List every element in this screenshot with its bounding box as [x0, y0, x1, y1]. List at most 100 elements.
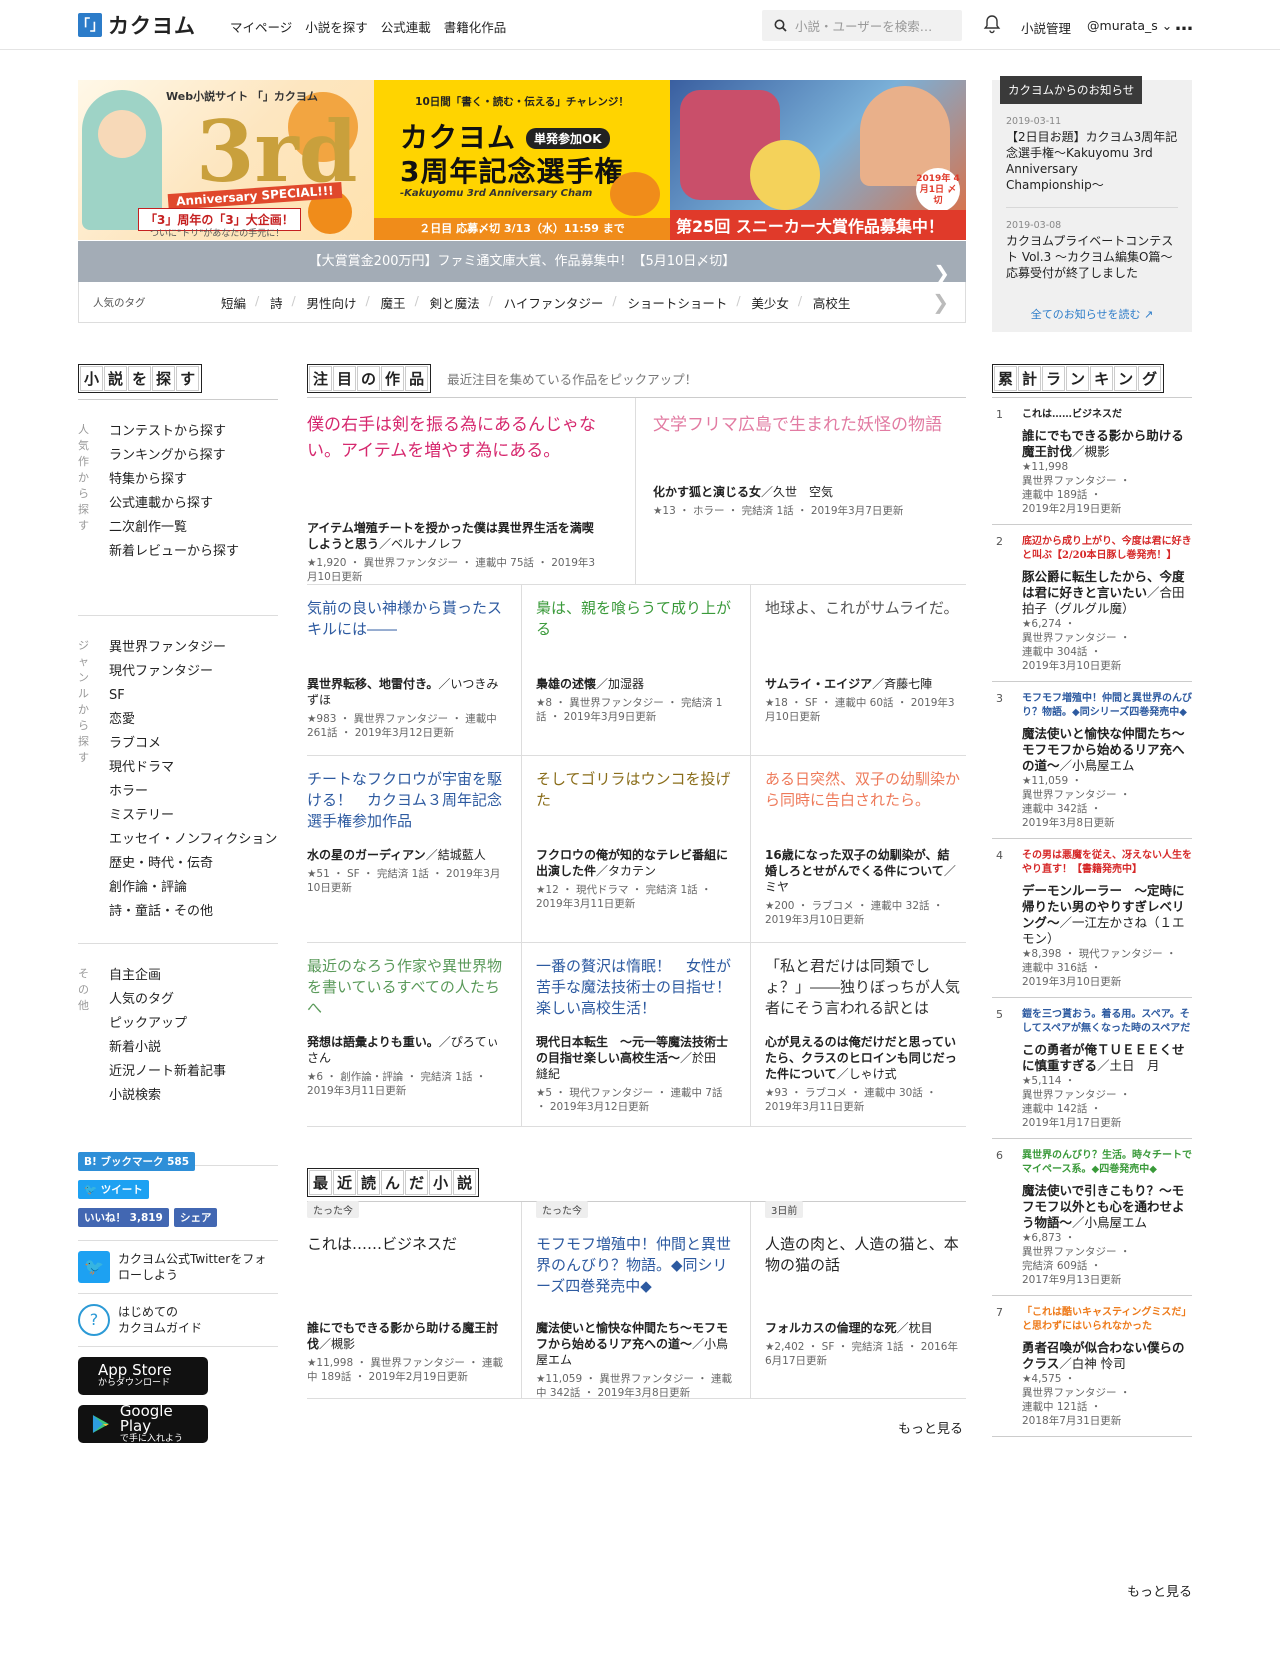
work-catchphrase: 僕の右手は剣を振る為にあるんじゃない。アイテムを増やす為にある。: [307, 415, 596, 461]
genre-link[interactable]: SF: [109, 684, 278, 708]
nav-projects[interactable]: 自主企画: [109, 964, 278, 988]
genre-link[interactable]: ラブコメ: [109, 732, 278, 756]
ranking-more-link[interactable]: もっと見る: [1127, 1581, 1192, 1600]
work-meta: ★18 ・ SF ・ 連載中 60話 ・ 2019年3月10日更新: [765, 697, 955, 723]
nav-novel-search[interactable]: 小説検索: [109, 1084, 278, 1108]
work-card[interactable]: 「私と君だけは同類でしょ？」――独りぼっちが人気者にそう言われる訳とは 心が見える…: [765, 942, 961, 1114]
work-card[interactable]: 地球よ、これがサムライだ。 サムライ・エイジア／斉藤七陣 ★18 ・ SF ・ 連載…: [765, 584, 961, 724]
user-menu-dropdown[interactable]: @murata_s ⌄: [1087, 18, 1172, 37]
work-card[interactable]: 僕の右手は剣を振る為にあるんじゃない。アイテムを増やす為にある。アイテム増殖チー…: [307, 398, 603, 584]
rank-meta-line: 2018年7月31日更新: [1022, 1415, 1122, 1427]
notification-bell-icon[interactable]: [983, 14, 1001, 38]
work-meta: ★200 ・ ラブコメ ・ 連載中 32話 ・ 2019年3月10日更新: [765, 900, 944, 926]
nav-features[interactable]: 特集から探す: [109, 468, 278, 492]
chevron-right-icon[interactable]: ❯: [932, 290, 949, 314]
nav-ranking[interactable]: ランキングから探す: [109, 444, 278, 468]
nav-recent-notes[interactable]: 近況ノート新着記事: [109, 1060, 278, 1084]
nav-official[interactable]: 公式連載から探す: [109, 492, 278, 516]
nav-popular-tags[interactable]: 人気のタグ: [109, 988, 278, 1012]
app-store-sub: からダウンロード: [98, 1378, 171, 1388]
twitter-follow-link[interactable]: 🐦 カクヨム公式Twitterをフォローしよう: [78, 1241, 278, 1294]
rank-work-author: ／白神 怜司: [1059, 1356, 1126, 1371]
recent-more-link[interactable]: もっと見る: [898, 1418, 963, 1437]
nav-official-serial[interactable]: 公式連載: [381, 17, 431, 36]
work-title: 梟雄の述懐／加湿器: [536, 676, 732, 692]
work-meta: ★2,402 ・ SF ・ 完結済 1話 ・ 2016年6月17日更新: [765, 1341, 958, 1367]
work-title-text: フォルカスの倫理的な死: [765, 1321, 897, 1335]
promo-bar[interactable]: 【大賞賞金200万円】ファミ通文庫大賞、作品募集中！【5月10日〆切】 ❯: [78, 240, 966, 285]
divider: [307, 1126, 966, 1127]
banner-championship[interactable]: 10日間「書く・読む・伝える」チャレンジ！ カクヨム 単発参加OK 3周年記念選…: [374, 80, 670, 240]
work-card[interactable]: 文学フリマ広島で生まれた妖怪の物語 化かす狐と演じる女／久世 空気 ★13 ・ ホラ…: [653, 398, 953, 518]
genre-link[interactable]: 歴史・時代・伝奇: [109, 852, 278, 876]
work-card[interactable]: 梟は、親を喰らうて成り上がる 梟雄の述懐／加湿器 ★8 ・ 異世界ファンタジー ・ …: [536, 584, 732, 724]
tag-link[interactable]: 美少女: [736, 293, 801, 312]
genre-link[interactable]: 現代ドラマ: [109, 756, 278, 780]
search-input[interactable]: 小説・ユーザーを検索…: [762, 10, 962, 41]
work-card[interactable]: 3日前 人造の肉と、人造の猫と、本物の猫の話 フォルカスの倫理的な死／枕目 ★2,40…: [765, 1201, 961, 1368]
hatena-bookmark-button[interactable]: B! ブックマーク 585: [78, 1152, 196, 1171]
facebook-share-button[interactable]: シェア: [173, 1208, 218, 1227]
title-char: す: [176, 366, 200, 391]
announcement-item[interactable]: 2019-03-08 カクヨムプライベートコンテスト Vol.3 〜カクヨム編集…: [1006, 208, 1185, 295]
work-card[interactable]: 一番の贅沢は惰眠！ 女性が苦手な魔法技術士の目指せ！ 楽しい高校生活！ 現代日本転…: [536, 942, 746, 1114]
work-card[interactable]: 最近のなろう作家や異世界物を書いているすべての人たちへ 発想は語彙よりも重い。／ぴ…: [307, 942, 503, 1098]
genre-link[interactable]: 現代ファンタジー: [109, 660, 278, 684]
work-card[interactable]: チートなフクロウが宇宙を駆ける！ カクヨム３周年記念選手権参加作品 水の星のガーデ…: [307, 755, 503, 895]
ranking-item[interactable]: 7 「これは酷いキャスティングミスだ」と思わずにはいられなかった 勇者召喚が似合わな…: [992, 1296, 1192, 1437]
work-card[interactable]: 気前の良い神様から貰ったスキルには―― 異世界転移、地雷付き。／いつきみずほ ★98…: [307, 584, 503, 740]
all-announcements-link[interactable]: 全てのお知らせを読む ↗: [992, 306, 1192, 322]
ranking-item[interactable]: 3 モフモフ増殖中！仲間と異世界のんびり？物語。◆同シリーズ四巻発売中◆ 魔法使いと…: [992, 682, 1192, 839]
ranking-item[interactable]: 4 その男は悪魔を従え、冴えない人生をやり直す！【書籍発売中】 デーモンルーラー 〜…: [992, 839, 1192, 998]
work-card[interactable]: そしてゴリラはウンコを投げた フクロウの俺が知的なテレビ番組に出演した件／タカテン…: [536, 755, 732, 911]
featured-header: 注目の作品 最近注目を集めている作品をピックアップ！: [307, 364, 966, 398]
genre-link[interactable]: ホラー: [109, 780, 278, 804]
novel-management-link[interactable]: 小説管理: [1021, 18, 1071, 37]
genre-link[interactable]: 恋愛: [109, 708, 278, 732]
nav-derivative[interactable]: 二次創作一覧: [109, 516, 278, 540]
beginner-guide-link[interactable]: ? はじめての カクヨムガイド: [78, 1294, 278, 1347]
ranking-item[interactable]: 6 異世界のんびり？生活。時々チートでマイペース系。◆四巻発売中◆ 魔法使いで引きこ…: [992, 1139, 1192, 1296]
nav-contests[interactable]: コンテストから探す: [109, 420, 278, 444]
tag-link[interactable]: 剣と魔法: [415, 293, 492, 312]
nav-find-novels[interactable]: 小説を探す: [305, 17, 368, 36]
genre-link[interactable]: 異世界ファンタジー: [109, 636, 278, 660]
site-logo[interactable]: 「」 カクヨム: [76, 12, 196, 38]
tag-link[interactable]: ハイファンタジー: [489, 293, 616, 312]
tag-link[interactable]: 詩: [255, 293, 295, 312]
nav-published-works[interactable]: 書籍化作品: [444, 17, 507, 36]
ranking-item[interactable]: 5 鎧を三つ貰おう。着る用。スペア。そしてスペアが無くなった時のスペアだ この勇者が…: [992, 998, 1192, 1139]
nav-reviews[interactable]: 新着レビューから探す: [109, 540, 278, 564]
tag-link[interactable]: 魔王: [366, 293, 418, 312]
facebook-like-button[interactable]: いいね！ 3,819: [78, 1208, 169, 1227]
banner-sneaker-award[interactable]: 2019年 4月1日 〆切 第25回 スニーカー大賞作品募集中！: [670, 80, 966, 240]
announcement-item[interactable]: 2019-03-11 【2日目お題】カクヨム3周年記念選手権〜Kakuyomu …: [1006, 104, 1178, 208]
banner-3rd-anniversary[interactable]: Web小説サイト 「」カクヨム 3rd Anniversary SPECIAL!…: [78, 80, 374, 240]
work-card[interactable]: ある日突然、双子の幼馴染から同時に告白されたら。 16歳になった双子の幼馴染が、結…: [765, 755, 961, 927]
section-title-featured: 注目の作品: [307, 364, 432, 393]
tag-link[interactable]: 高校生: [798, 293, 863, 312]
tag-link[interactable]: 男性向け: [292, 293, 369, 312]
more-menu-icon[interactable]: …: [1175, 14, 1194, 35]
title-char: 目: [333, 366, 357, 391]
genre-link[interactable]: 創作論・評論: [109, 876, 278, 900]
tweet-button[interactable]: 🐦 ツイート: [78, 1180, 149, 1199]
app-store-button[interactable]: App Store からダウンロード: [78, 1357, 208, 1395]
genre-link[interactable]: 詩・童話・その他: [109, 900, 278, 924]
google-play-button[interactable]: Google Play で手に入れよう: [78, 1403, 208, 1444]
genre-link[interactable]: エッセイ・ノンフィクション: [109, 828, 278, 852]
tag-link[interactable]: ショートショート: [612, 293, 739, 312]
nav-pickup[interactable]: ピックアップ: [109, 1012, 278, 1036]
nav-mypage[interactable]: マイページ: [230, 17, 292, 36]
ranking-item[interactable]: 1 これは……ビジネスだ 誰にでもできる影から助ける魔王討伐／槻影 ★11,998 異世…: [992, 398, 1192, 525]
work-card[interactable]: たった今 モフモフ増殖中！仲間と異世界のんびり？物語。◆同シリーズ四巻発売中◆ 魔法…: [536, 1201, 732, 1400]
genre-link[interactable]: ミステリー: [109, 804, 278, 828]
work-card[interactable]: たった今 これは……ビジネスだ 誰にでもできる影から助ける魔王討伐／槻影 ★11,99…: [307, 1201, 503, 1384]
work-title: アイテム増殖チートを授かった僕は異世界生活を満喫しようと思う／ベルナノレフ: [307, 520, 603, 552]
tag-link[interactable]: 短編: [209, 293, 258, 312]
nav-new-novels[interactable]: 新着小説: [109, 1036, 278, 1060]
work-meta: ★12 ・ 現代ドラマ ・ 完結済 1話 ・ 2019年3月11日更新: [536, 884, 712, 910]
ranking-item[interactable]: 2 底辺から成り上がり、今度は君に好きと叫ぶ【2/20本日豚し巻発売！】 豚公爵に転…: [992, 525, 1192, 682]
work-title: 水の星のガーディアン／結城藍人: [307, 847, 503, 863]
find-other: その他 自主企画 人気のタグ ピックアップ 新着小説 近況ノート新着記事 小説検…: [78, 944, 278, 1166]
